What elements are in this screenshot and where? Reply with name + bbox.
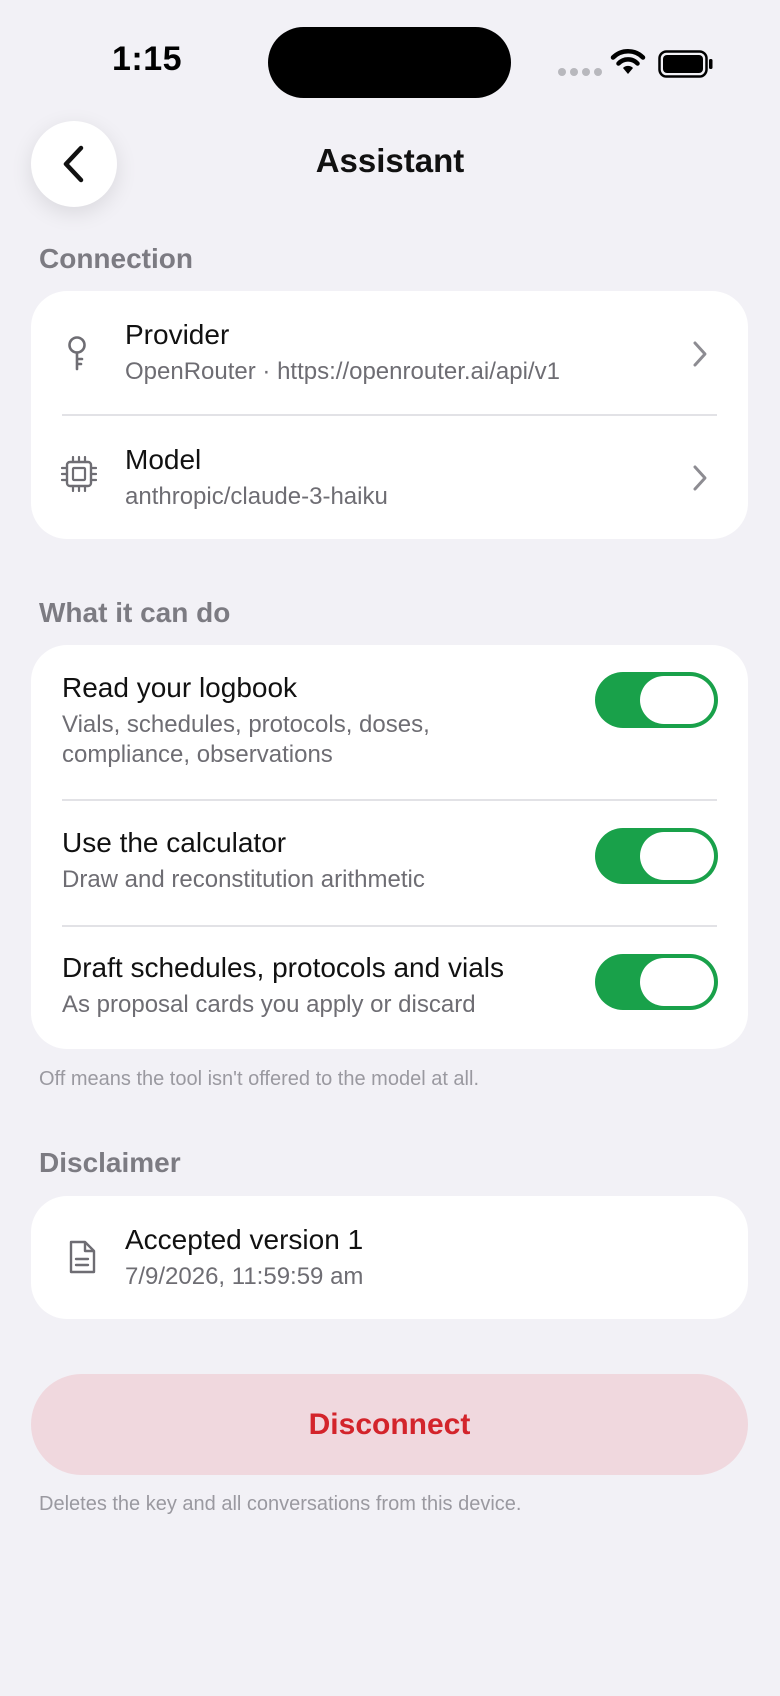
- capabilities-footnote: Off means the tool isn't offered to the …: [39, 1068, 479, 1090]
- capability-row-calculator: Use the calculator Draw and reconstituti…: [31, 801, 748, 925]
- disconnect-button[interactable]: Disconnect: [31, 1374, 748, 1475]
- capability-row-drafts: Draft schedules, protocols and vials As …: [31, 927, 748, 1049]
- toggle-read-logbook[interactable]: [595, 672, 718, 728]
- status-bar: 1:15: [0, 0, 780, 110]
- toggle-draft-proposals[interactable]: [595, 954, 718, 1010]
- capability-row-logbook: Read your logbook Vials, schedules, prot…: [31, 645, 748, 800]
- connection-card: Provider OpenRouter · https://openrouter…: [31, 291, 748, 539]
- section-header-disclaimer: Disclaimer: [39, 1147, 181, 1178]
- capability-title: Use the calculator: [62, 827, 287, 858]
- capability-subtitle: As proposal cards you apply or discard: [62, 991, 476, 1018]
- key-icon: [68, 336, 86, 371]
- provider-subtitle: OpenRouter · https://openrouter.ai/api/v…: [125, 358, 560, 385]
- capability-subtitle: Draw and reconstitution arithmetic: [62, 866, 425, 893]
- capability-subtitle: compliance, observations: [62, 741, 333, 768]
- disclaimer-title: Accepted version 1: [125, 1224, 364, 1255]
- capability-title: Read your logbook: [62, 672, 298, 703]
- capability-subtitle: Vials, schedules, protocols, doses,: [62, 711, 430, 738]
- section-header-connection: Connection: [39, 243, 193, 274]
- toggle-knob: [640, 832, 714, 880]
- dynamic-island: [268, 27, 511, 98]
- model-title: Model: [125, 444, 202, 475]
- chip-icon: [61, 456, 97, 492]
- model-row[interactable]: Model anthropic/claude-3-haiku: [31, 416, 748, 539]
- provider-title: Provider: [125, 319, 230, 350]
- capability-title: Draft schedules, protocols and vials: [62, 952, 504, 983]
- chevron-right-icon: [693, 341, 707, 367]
- chevron-right-icon: [693, 465, 707, 491]
- provider-row[interactable]: Provider OpenRouter · https://openrouter…: [31, 291, 748, 415]
- page-title: Assistant: [315, 142, 465, 179]
- model-subtitle: anthropic/claude-3-haiku: [125, 483, 388, 510]
- toggle-knob: [640, 958, 714, 1006]
- capabilities-card: Read your logbook Vials, schedules, prot…: [31, 645, 748, 1049]
- wifi-icon: [610, 49, 646, 74]
- disclaimer-card: Accepted version 1 7/9/2026, 11:59:59 am: [31, 1196, 748, 1319]
- status-time: 1:15: [112, 40, 183, 78]
- document-icon: [69, 1240, 96, 1274]
- cellular-signal-icon: [558, 68, 602, 76]
- battery-icon: [658, 50, 713, 78]
- toggle-use-calculator[interactable]: [595, 828, 718, 884]
- section-header-capabilities: What it can do: [39, 597, 231, 628]
- disconnect-footnote: Deletes the key and all conversations fr…: [39, 1493, 522, 1515]
- toggle-knob: [640, 676, 714, 724]
- disclaimer-subtitle: 7/9/2026, 11:59:59 am: [125, 1263, 364, 1290]
